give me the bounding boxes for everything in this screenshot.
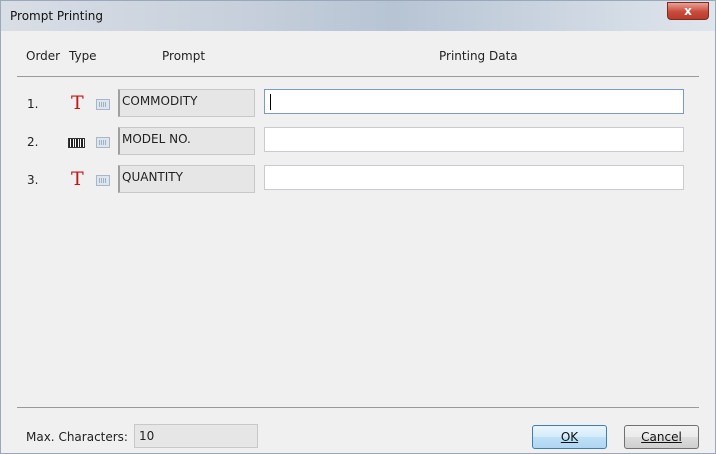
footer-divider [17, 407, 699, 408]
column-header-type: Type [69, 49, 97, 63]
window-title: Prompt Printing [10, 9, 104, 23]
barcode-type-icon [68, 138, 85, 148]
keyboard-icon [96, 175, 110, 186]
prompt-row: 3. T QUANTITY [9, 165, 707, 197]
header-divider [17, 76, 699, 77]
row-order: 1. [27, 97, 39, 111]
title-bar[interactable]: Prompt Printing x [1, 1, 715, 31]
column-header-printing-data: Printing Data [439, 49, 518, 63]
prompt-printing-dialog: Prompt Printing x Order Type Prompt Prin… [0, 0, 716, 454]
max-characters-value: 10 [134, 424, 258, 448]
printing-data-input-commodity[interactable] [264, 89, 684, 114]
ok-button-label: OK [560, 430, 579, 444]
prompt-label: MODEL NO. [118, 127, 255, 155]
column-header-prompt: Prompt [162, 49, 206, 63]
row-order: 2. [27, 135, 39, 149]
cancel-button-label: Cancel [641, 430, 682, 444]
keyboard-icon [96, 137, 110, 148]
text-type-icon: T [71, 168, 84, 190]
prompt-label: COMMODITY [118, 89, 255, 117]
dialog-content: Order Type Prompt Printing Data 1. T COM… [9, 31, 707, 449]
cancel-button[interactable]: Cancel [624, 425, 699, 449]
column-header-order: Order [26, 49, 61, 63]
printing-data-input-quantity[interactable] [264, 165, 684, 190]
row-order: 3. [27, 173, 39, 187]
close-button[interactable]: x [667, 2, 709, 20]
keyboard-icon [96, 99, 110, 110]
prompt-row: 2. MODEL NO. [9, 127, 707, 159]
ok-button[interactable]: OK [532, 425, 607, 449]
printing-data-input-model-no[interactable] [264, 127, 684, 152]
prompt-row: 1. T COMMODITY [9, 89, 707, 121]
max-characters-label: Max. Characters: [26, 430, 128, 444]
text-type-icon: T [71, 92, 84, 114]
text-caret [270, 94, 271, 110]
prompt-label: QUANTITY [118, 165, 255, 193]
